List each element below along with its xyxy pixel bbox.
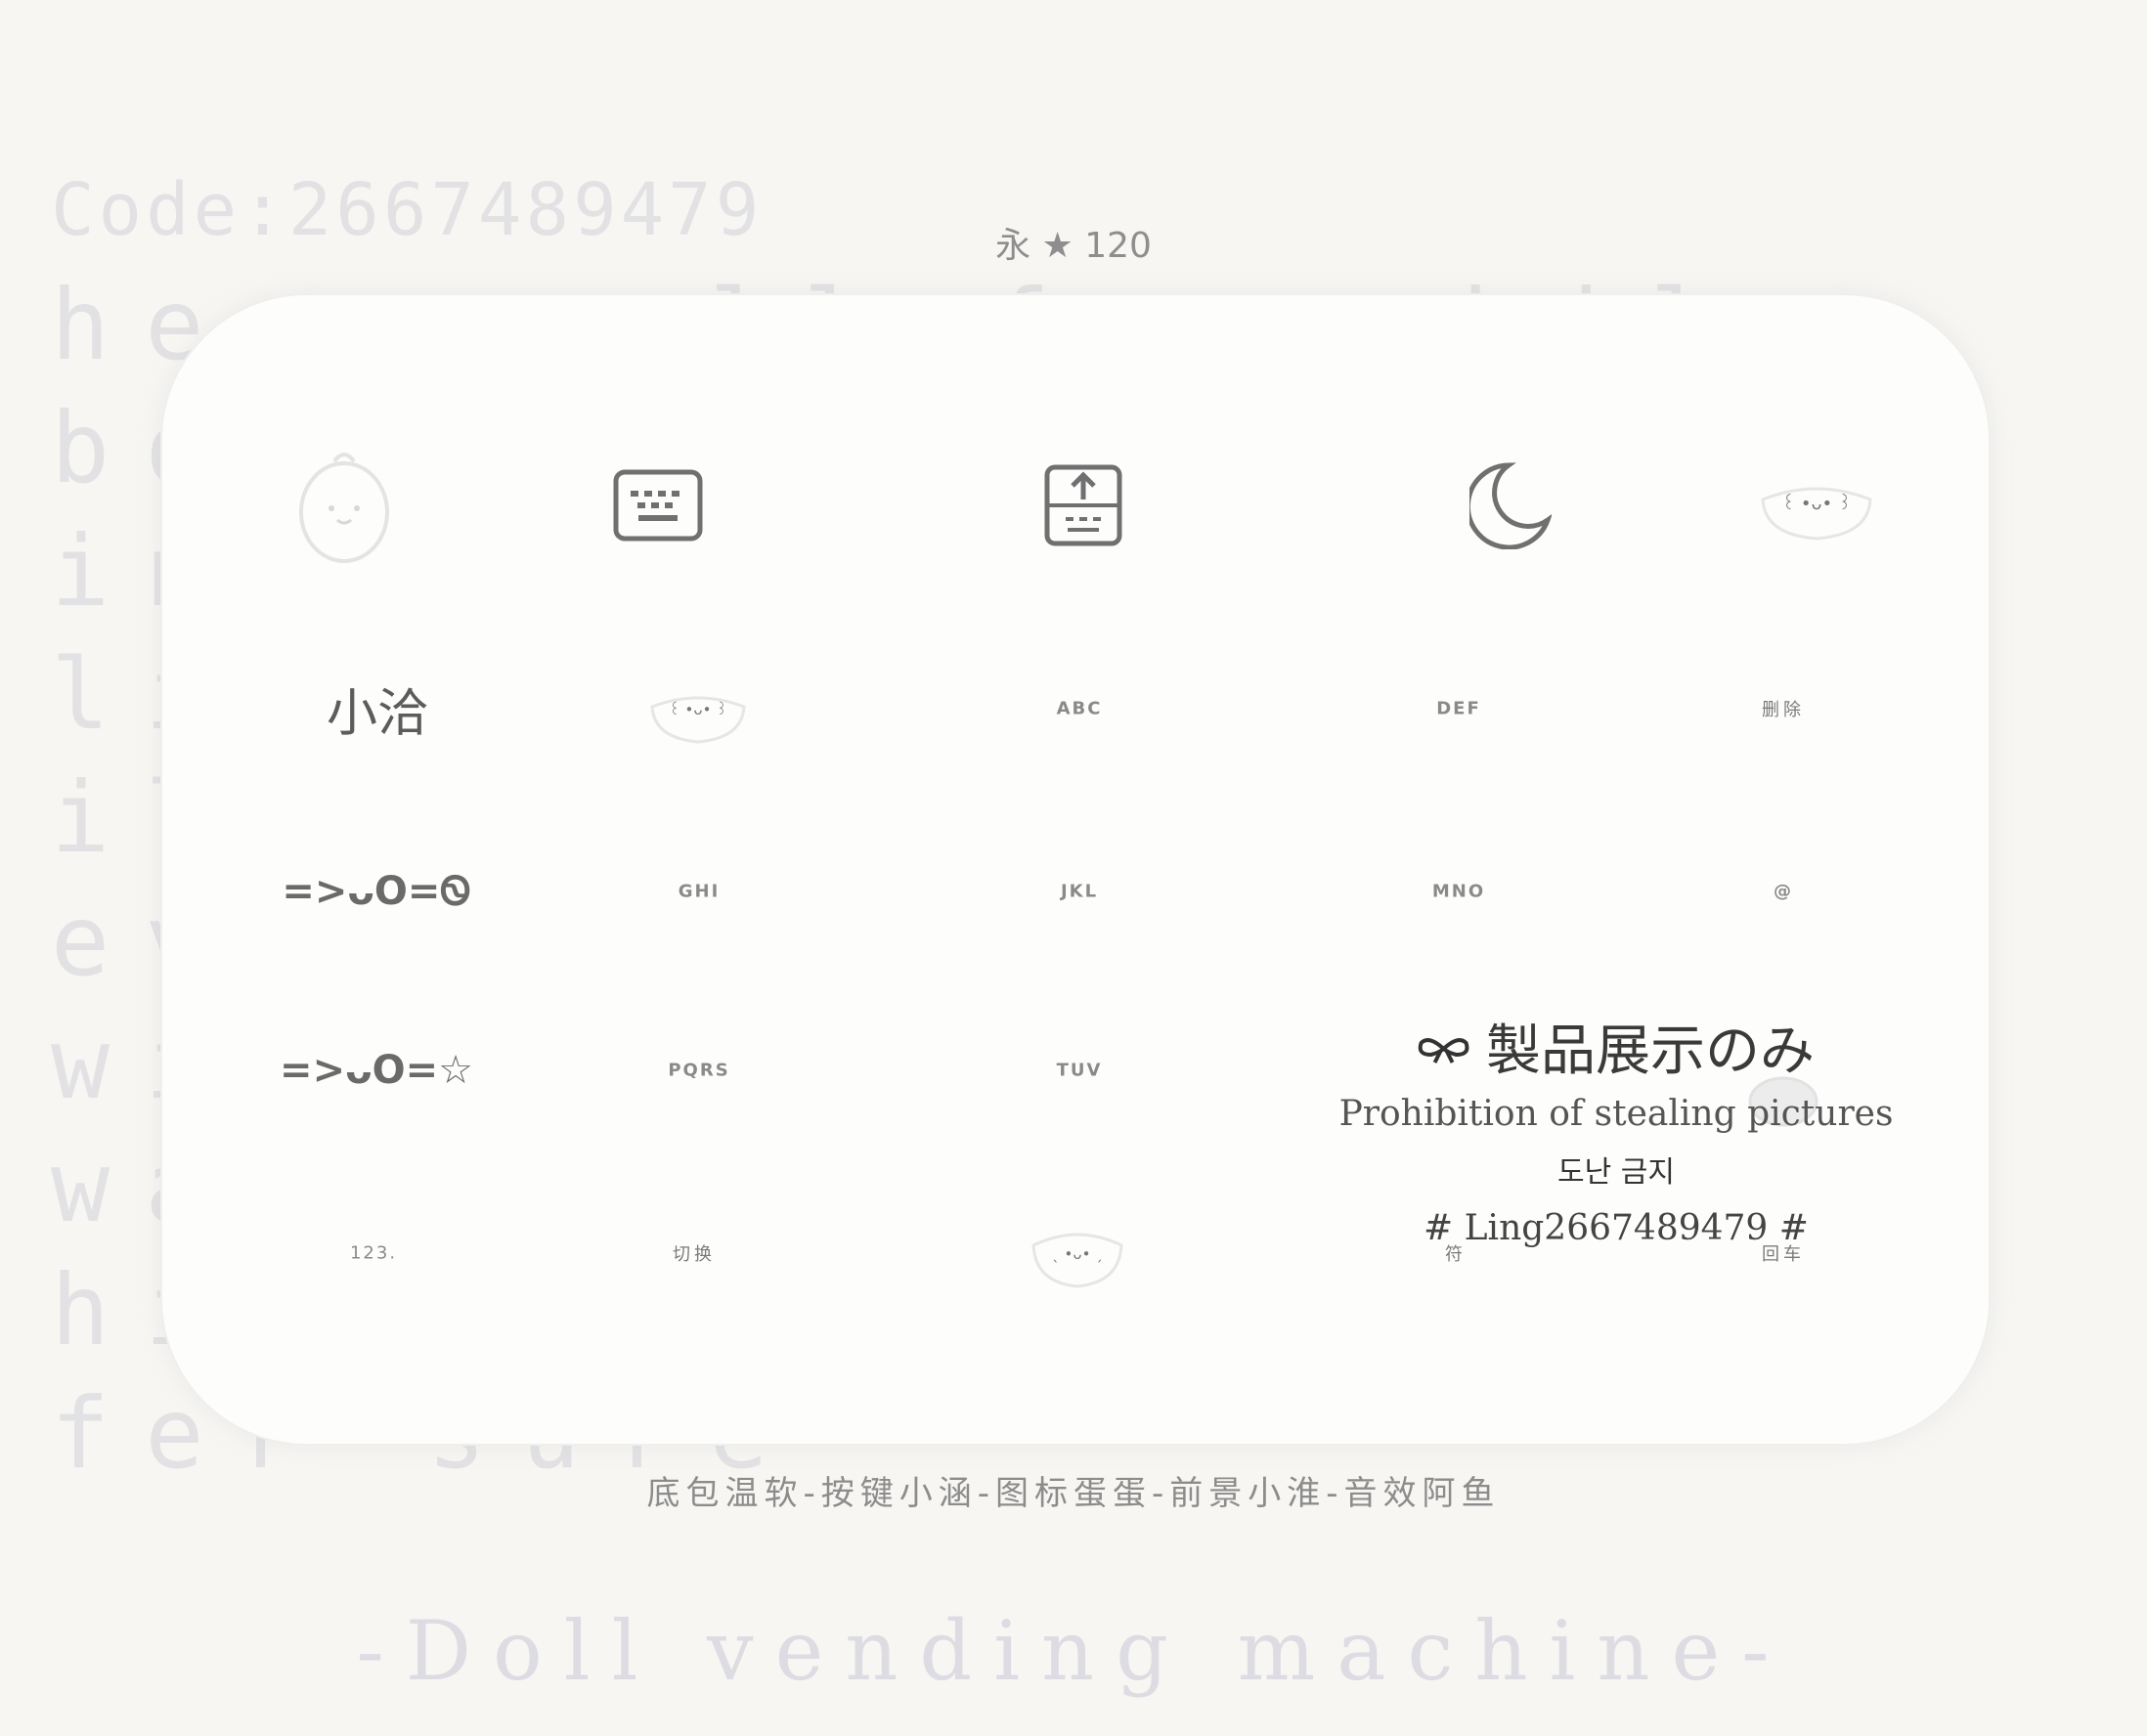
- credits: 底包温软-按键小涵-图标蛋蛋-前景小淮-音效阿鱼: [646, 1474, 1501, 1513]
- moon-icon[interactable]: [1469, 461, 1552, 549]
- watermark-jp: 製品展示のみ: [1485, 1020, 1815, 1083]
- bottom-title: -Doll vending machine-: [356, 1603, 1791, 1699]
- mascot-egg-icon[interactable]: [290, 442, 398, 569]
- key-mno[interactable]: MNO: [1432, 882, 1485, 902]
- keyboard-upload-icon[interactable]: [1044, 464, 1122, 546]
- watermark-en: Prohibition of stealing pictures: [1338, 1094, 1894, 1134]
- key-tuv[interactable]: TUV: [1057, 1061, 1103, 1081]
- keyboard-icon[interactable]: [613, 469, 703, 542]
- key-delete[interactable]: 删除: [1762, 696, 1805, 721]
- svg-text:꒰ •ᴗ• ꒱: ꒰ •ᴗ• ꒱: [1781, 494, 1852, 514]
- svg-text:꒰ •ᴗ• ꒱: ꒰ •ᴗ• ꒱: [669, 701, 727, 718]
- key-pqrs[interactable]: PQRS: [668, 1061, 729, 1081]
- svg-text:ˎ •ᴗ• ˏ: ˎ •ᴗ• ˏ: [1052, 1245, 1102, 1263]
- key-at[interactable]: @: [1774, 882, 1793, 902]
- cute-face-icon[interactable]: ꒰ •ᴗ• ꒱: [644, 689, 752, 748]
- key-def[interactable]: DEF: [1436, 699, 1481, 719]
- key-kaomoji-2[interactable]: =>ᴗO=☆: [280, 1048, 473, 1093]
- key-switch[interactable]: 切换: [673, 1240, 716, 1266]
- watermark-id: # Ling2667489479 #: [1424, 1208, 1809, 1248]
- key-handwritten-name[interactable]: 小洽: [327, 673, 428, 746]
- bow-icon: [1418, 1015, 1470, 1078]
- popularity-badge: 永 ★ 120: [995, 226, 1152, 266]
- key-jkl[interactable]: JKL: [1061, 882, 1098, 902]
- watermark: 製品展示のみ Prohibition of stealing pictures …: [1339, 1007, 1894, 1248]
- space-face-icon[interactable]: ˎ •ᴗ• ˏ: [1024, 1224, 1131, 1292]
- key-abc[interactable]: ABC: [1057, 699, 1103, 719]
- keyboard-panel: ꒰ •ᴗ• ꒱ 小洽 ꒰ •ᴗ• ꒱ ABC DEF 删除 =>ᴗO=Ꮻ GHI…: [160, 293, 1991, 1446]
- key-kaomoji-1[interactable]: =>ᴗO=Ꮻ: [282, 869, 470, 914]
- key-numbers[interactable]: 123.: [350, 1243, 397, 1264]
- watermark-ko: 도난 금지: [1557, 1155, 1675, 1190]
- cute-face-icon[interactable]: ꒰ •ᴗ• ꒱: [1753, 478, 1880, 546]
- key-ghi[interactable]: GHI: [679, 882, 721, 902]
